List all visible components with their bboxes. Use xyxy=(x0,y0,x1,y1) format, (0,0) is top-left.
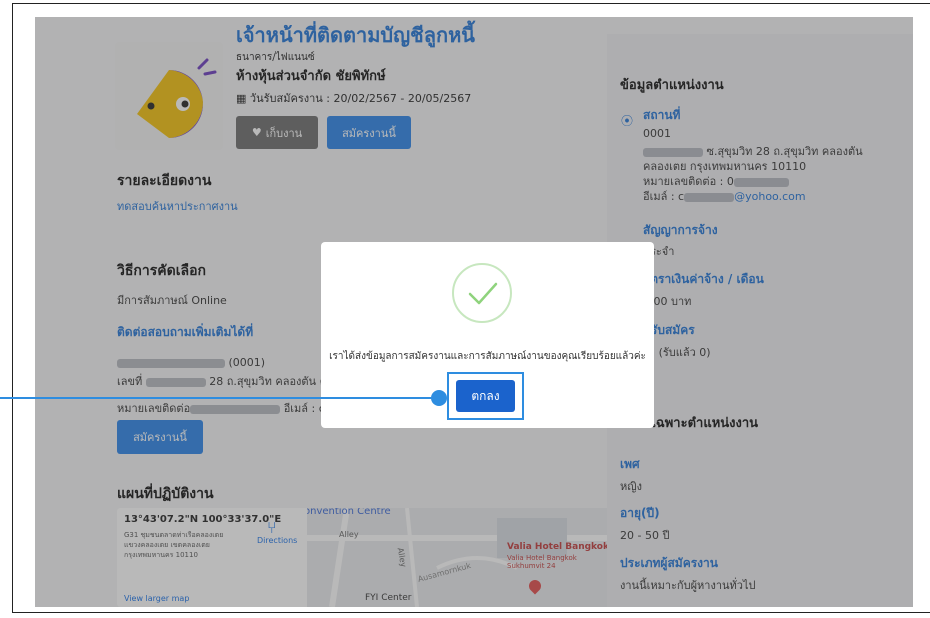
success-check-icon xyxy=(452,263,512,323)
success-message: เราได้ส่งข้อมูลการสมัครงานและการสัมภาษณ์… xyxy=(329,351,646,362)
annotation-pointer-dot xyxy=(431,390,447,406)
job-detail-page: เจ้าหน้าที่ติดตามบัญชีลูกหนี้ ธนาคาร/ไฟแ… xyxy=(35,17,913,607)
annotation-pointer-line xyxy=(0,397,436,399)
success-modal: เราได้ส่งข้อมูลการสมัครงานและการสัมภาษณ์… xyxy=(321,242,654,428)
ok-button[interactable]: ตกลง xyxy=(456,380,515,412)
